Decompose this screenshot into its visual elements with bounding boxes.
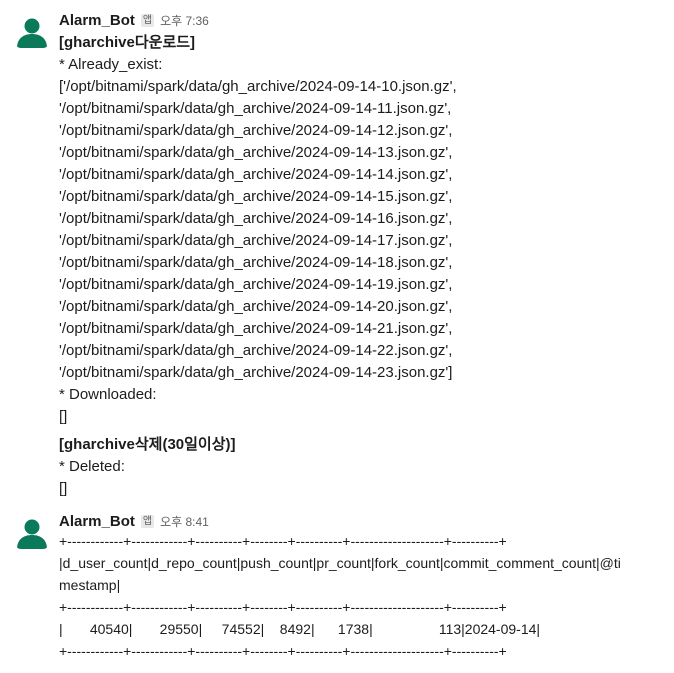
message-line: +------------+------------+----------+--… xyxy=(59,599,507,615)
message-line: '/opt/bitnami/spark/data/gh_archive/2024… xyxy=(59,276,453,293)
avatar[interactable] xyxy=(15,515,49,549)
message-body: [gharchive다운로드] * Already_exist: ['/opt/bi… xyxy=(59,32,669,500)
message-line: '/opt/bitnami/spark/data/gh_archive/2024… xyxy=(59,364,453,381)
message-line: '/opt/bitnami/spark/data/gh_archive/2024… xyxy=(59,122,453,139)
message-line: '/opt/bitnami/spark/data/gh_archive/2024… xyxy=(59,342,453,359)
user-silhouette-icon xyxy=(17,18,47,48)
message-line: +------------+------------+----------+--… xyxy=(59,533,507,549)
message-line: '/opt/bitnami/spark/data/gh_archive/2024… xyxy=(59,320,453,337)
section-heading: [gharchive다운로드] xyxy=(59,34,196,51)
message-line: |d_user_count|d_repo_count|push_count|pr… xyxy=(59,555,621,571)
message-line: | 40540| 29550| 74552| 8492| 1738| 113|2… xyxy=(59,621,541,637)
user-silhouette-icon xyxy=(17,519,47,549)
message-line: ['/opt/bitnami/spark/data/gh_archive/202… xyxy=(59,78,457,95)
message-line: [] xyxy=(59,408,68,425)
message-1: Alarm_Bot 앱 오후 7:36 [gharchive다운로드] * Alr… xyxy=(0,0,674,500)
sender-name[interactable]: Alarm_Bot xyxy=(59,513,135,530)
message-line: * Deleted: xyxy=(59,458,125,475)
message-line: '/opt/bitnami/spark/data/gh_archive/2024… xyxy=(59,188,453,205)
message-line: +------------+------------+----------+--… xyxy=(59,643,507,659)
message-line: '/opt/bitnami/spark/data/gh_archive/2024… xyxy=(59,166,453,183)
message-line: '/opt/bitnami/spark/data/gh_archive/2024… xyxy=(59,254,453,271)
message-line: '/opt/bitnami/spark/data/gh_archive/2024… xyxy=(59,100,452,117)
sender-name[interactable]: Alarm_Bot xyxy=(59,12,135,29)
section-heading: [gharchive삭제(30일이상)] xyxy=(59,436,236,453)
message-line: [] xyxy=(59,480,68,497)
message-line: * Downloaded: xyxy=(59,386,157,403)
app-badge: 앱 xyxy=(140,13,155,27)
timestamp[interactable]: 오후 7:36 xyxy=(160,12,209,29)
message-line: '/opt/bitnami/spark/data/gh_archive/2024… xyxy=(59,210,453,227)
message-header: Alarm_Bot 앱 오후 7:36 xyxy=(59,10,209,30)
app-badge: 앱 xyxy=(140,514,155,528)
message-line: * Already_exist: xyxy=(59,56,163,73)
avatar[interactable] xyxy=(15,14,49,48)
message-line: mestamp| xyxy=(59,577,121,593)
timestamp[interactable]: 오후 8:41 xyxy=(160,513,209,530)
message-line: '/opt/bitnami/spark/data/gh_archive/2024… xyxy=(59,232,453,249)
message-2: Alarm_Bot 앱 오후 8:41 +------------+------… xyxy=(0,500,674,673)
message-header: Alarm_Bot 앱 오후 8:41 xyxy=(59,511,209,531)
message-line: '/opt/bitnami/spark/data/gh_archive/2024… xyxy=(59,298,453,315)
message-line: '/opt/bitnami/spark/data/gh_archive/2024… xyxy=(59,144,453,161)
message-body: +------------+------------+----------+--… xyxy=(59,530,669,662)
